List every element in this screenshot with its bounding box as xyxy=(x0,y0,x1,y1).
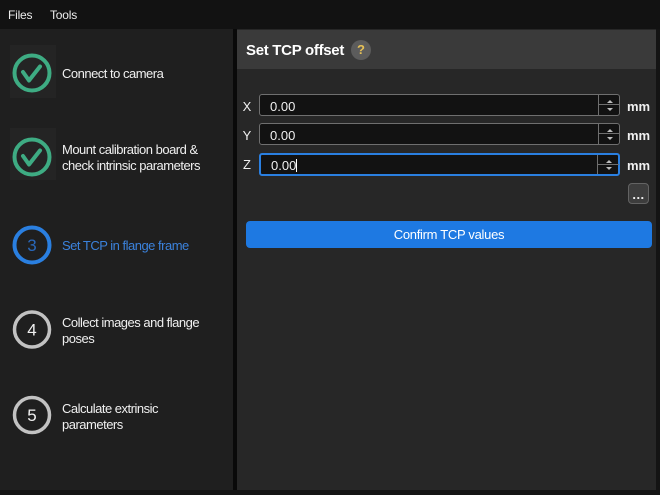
svg-text:4: 4 xyxy=(27,321,36,340)
svg-text:5: 5 xyxy=(27,406,36,425)
svg-text:3: 3 xyxy=(27,236,36,255)
